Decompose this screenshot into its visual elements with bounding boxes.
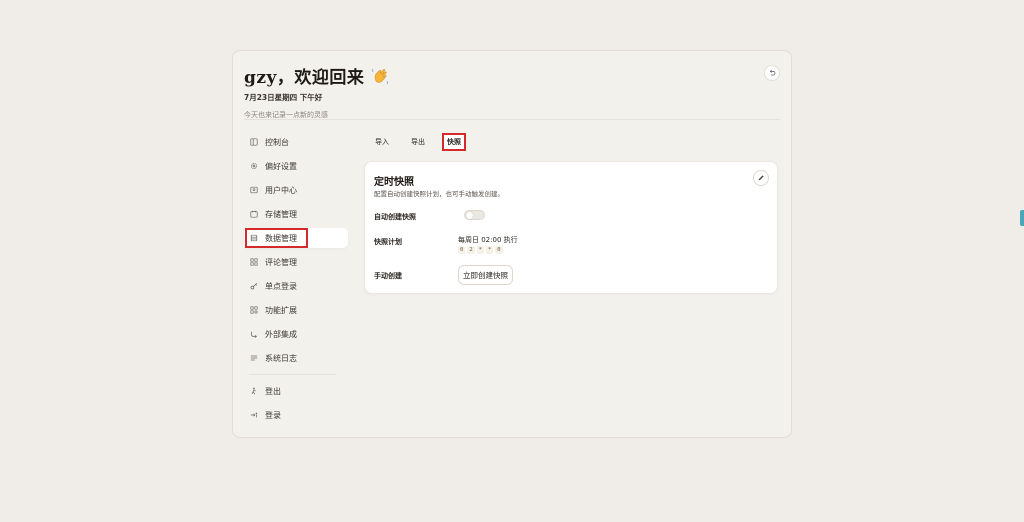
sidebar-item-extensions[interactable]: 功能扩展 xyxy=(244,300,348,320)
grid-icon xyxy=(249,257,259,267)
cron-field: 0 xyxy=(458,246,466,254)
sidebar-item-logout[interactable]: 登出 xyxy=(244,381,348,401)
integration-icon xyxy=(249,329,259,339)
sidebar-item-label: 系统日志 xyxy=(265,353,297,363)
side-edge-tab[interactable] xyxy=(1020,210,1024,226)
tab-import[interactable]: 导入 xyxy=(364,133,400,151)
auto-snapshot-label: 自动创建快照 xyxy=(374,213,416,221)
sidebar-item-user-center[interactable]: 用户中心 xyxy=(244,180,348,200)
sidebar-item-comments[interactable]: 评论管理 xyxy=(244,252,348,272)
card-title: 定时快照 xyxy=(374,177,414,188)
logout-icon xyxy=(249,386,259,396)
create-snapshot-button[interactable]: 立即创建快照 xyxy=(458,265,513,285)
sidebar-item-label: 存储管理 xyxy=(265,209,297,219)
cron-expression: 0 2 * * 0 xyxy=(458,246,503,254)
schedule-label: 快照计划 xyxy=(374,238,402,246)
waving-hand-icon xyxy=(370,66,390,86)
auto-snapshot-toggle[interactable] xyxy=(464,210,485,220)
pencil-icon xyxy=(758,175,764,181)
tab-bar: 导入 导出 快照 xyxy=(364,133,466,153)
user-card-icon xyxy=(249,185,259,195)
sidebar-divider xyxy=(249,374,336,375)
sidebar-item-preferences[interactable]: 偏好设置 xyxy=(244,156,348,176)
login-icon xyxy=(249,410,259,420)
highlight-box xyxy=(245,228,308,248)
edit-button[interactable] xyxy=(753,170,769,186)
header-divider xyxy=(244,119,780,120)
sidebar-item-data-management[interactable]: 数据管理 xyxy=(244,228,348,248)
sidebar-item-integrations[interactable]: 外部集成 xyxy=(244,324,348,344)
tab-snapshot[interactable]: 快照 xyxy=(442,133,466,151)
sidebar-item-label: 控制台 xyxy=(265,137,289,147)
gear-icon xyxy=(249,161,259,171)
card-description: 配置自动创建快照计划，也可手动触发创建。 xyxy=(374,190,504,198)
dashboard-icon xyxy=(249,137,259,147)
sidebar-item-label: 登录 xyxy=(265,410,281,420)
sidebar-item-label: 单点登录 xyxy=(265,281,297,291)
tab-export[interactable]: 导出 xyxy=(400,133,436,151)
sidebar: 控制台 偏好设置 用户中心 存储管理 数据管理 评论管理 单点登录 功能扩展 外… xyxy=(244,132,348,429)
snapshot-card: 定时快照 配置自动创建快照计划，也可手动触发创建。 自动创建快照 快照计划 每周… xyxy=(364,161,778,294)
extension-icon xyxy=(249,305,259,315)
header: gzy，欢迎回来 7月23日星期四 下午好 今天也来记录一点新的灵感 xyxy=(244,63,780,119)
date-greeting: 7月23日星期四 下午好 xyxy=(244,93,323,102)
sidebar-item-label: 用户中心 xyxy=(265,185,297,195)
sidebar-item-label: 登出 xyxy=(265,386,281,396)
sidebar-item-system-log[interactable]: 系统日志 xyxy=(244,348,348,368)
manual-create-label: 手动创建 xyxy=(374,272,402,280)
key-icon xyxy=(249,281,259,291)
cron-field: 0 xyxy=(495,246,503,254)
toggle-knob xyxy=(466,212,473,219)
cron-field: 2 xyxy=(467,246,475,254)
page-title: gzy，欢迎回来 xyxy=(244,68,365,88)
sidebar-item-sso[interactable]: 单点登录 xyxy=(244,276,348,296)
storage-icon xyxy=(249,209,259,219)
cron-field: * xyxy=(485,246,494,254)
undo-button[interactable] xyxy=(764,65,780,81)
sidebar-item-login[interactable]: 登录 xyxy=(244,405,348,425)
sidebar-item-label: 偏好设置 xyxy=(265,161,297,171)
schedule-text: 每周日 02:00 执行 xyxy=(458,236,518,244)
sidebar-item-dashboard[interactable]: 控制台 xyxy=(244,132,348,152)
cron-field: * xyxy=(476,246,484,254)
sidebar-item-storage[interactable]: 存储管理 xyxy=(244,204,348,224)
undo-icon xyxy=(769,69,776,76)
sidebar-item-label: 外部集成 xyxy=(265,329,297,339)
log-icon xyxy=(249,353,259,363)
sidebar-item-label: 功能扩展 xyxy=(265,305,297,315)
main-panel: gzy，欢迎回来 7月23日星期四 下午好 今天也来记录一点新的灵感 控制台 偏… xyxy=(232,50,792,438)
sidebar-item-label: 评论管理 xyxy=(265,257,297,267)
